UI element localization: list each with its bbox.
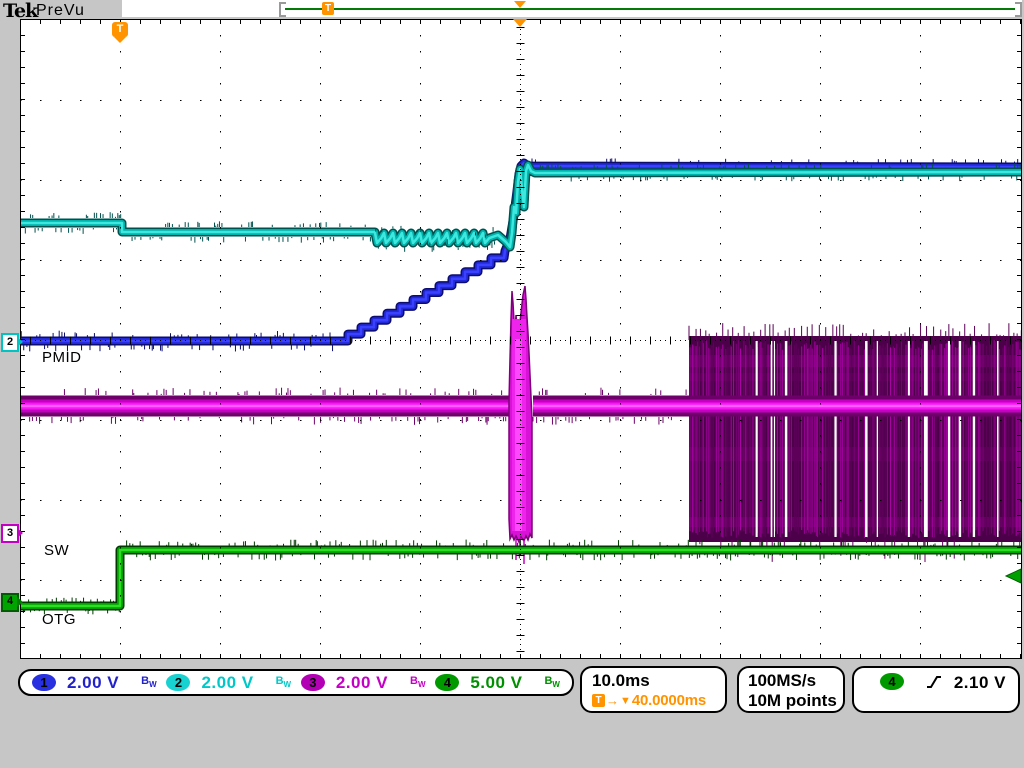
trigger-readout[interactable]: 4 2.10 V	[852, 666, 1020, 713]
timebase-scale: 10.0ms	[592, 671, 725, 691]
sample-rate: 100MS/s	[748, 671, 843, 691]
trigger-position-flag[interactable]: T	[112, 22, 128, 37]
channel2-badge[interactable]: 2	[166, 674, 190, 691]
channel2-label: PMID	[42, 349, 82, 366]
record-line	[285, 8, 1015, 10]
channel3-badge[interactable]: 3	[301, 674, 325, 691]
channel3-scale: 2.00 V	[336, 673, 388, 693]
channel4-badge[interactable]: 4	[435, 674, 459, 691]
channel2-readout[interactable]: 2 2.00 V BW	[166, 673, 291, 693]
channel1-bandwidth-icon: BW	[141, 675, 157, 689]
record-right-bracket-icon	[1015, 2, 1022, 17]
record-view-center-icon[interactable]	[514, 1, 526, 8]
channel2-bandwidth-icon: BW	[276, 675, 292, 689]
channel1-readout[interactable]: 1 2.00 V BW	[32, 673, 157, 693]
record-length: 10M points	[748, 691, 843, 711]
delay-marker-icon: ▼	[620, 695, 631, 707]
delay-arrow-icon: →	[606, 693, 619, 708]
timebase-readout[interactable]: 10.0ms T → ▼ 40.0000ms	[580, 666, 727, 713]
channel4-readout[interactable]: 4 5.00 V BW	[435, 673, 560, 693]
rising-edge-icon	[926, 674, 942, 690]
waveform-canvas	[20, 19, 1022, 659]
acquisition-status: PreVu	[36, 2, 85, 20]
delay-value: 40.0000ms	[632, 692, 706, 709]
trigger-source-badge[interactable]: 4	[880, 673, 904, 690]
channel3-bandwidth-icon: BW	[410, 675, 426, 689]
channel2-scale: 2.00 V	[201, 673, 253, 693]
channel3-label: SW	[44, 542, 69, 559]
waveform-display: PMID SW OTG	[20, 19, 1022, 659]
delay-trigger-icon: T	[592, 694, 605, 707]
record-position-bar[interactable]: T	[122, 0, 1022, 17]
trigger-level: 2.10 V	[954, 673, 1006, 693]
channel4-bandwidth-icon: BW	[544, 675, 560, 689]
expansion-point-marker-icon[interactable]	[513, 19, 527, 27]
record-trigger-marker-icon[interactable]: T	[322, 2, 334, 15]
channel3-position-marker[interactable]: 3	[1, 524, 19, 543]
channel1-badge[interactable]: 1	[32, 674, 56, 691]
channel2-position-marker[interactable]: 2	[1, 333, 19, 352]
channel4-scale: 5.00 V	[470, 673, 522, 693]
horizontal-delay-readout: T → ▼ 40.0000ms	[592, 692, 725, 709]
channel3-readout[interactable]: 3 2.00 V BW	[301, 673, 426, 693]
channel-readouts-bar[interactable]: 1 2.00 V BW 2 2.00 V BW 3 2.00 V BW 4 5.…	[18, 669, 574, 696]
channel4-label: OTG	[42, 611, 76, 628]
oscilloscope-screen: Tek PreVu T PMID SW OTG T 2 3 4 1 2.00 V…	[0, 0, 1024, 768]
acquisition-readout[interactable]: 100MS/s 10M points	[737, 666, 845, 713]
channel1-scale: 2.00 V	[67, 673, 119, 693]
channel4-position-marker[interactable]: 4	[1, 593, 19, 612]
